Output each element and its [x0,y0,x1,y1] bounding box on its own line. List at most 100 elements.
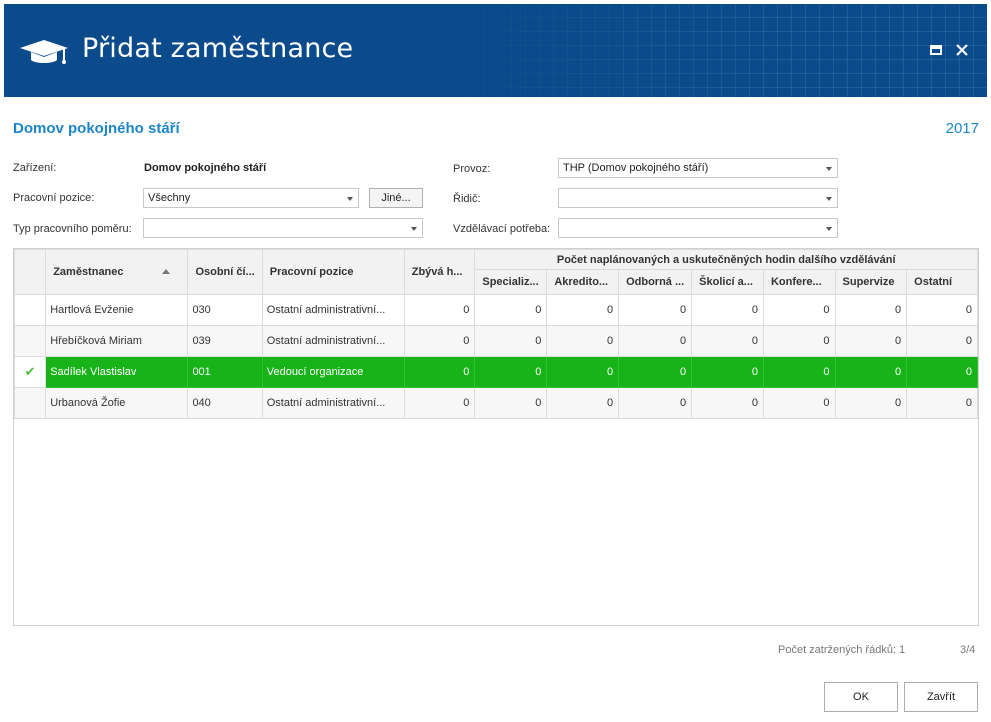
cell-name: Hartlová Evženie [45,294,189,326]
cell-specializ: 0 [474,294,548,326]
pozice-select-value: Všechny [148,192,191,204]
table-row-selected[interactable]: ✔ Sadílek Vlastislav 001 Vedoucí organiz… [14,356,978,388]
checkmark-icon[interactable]: ✔ [14,356,47,388]
cell-skolici: 0 [691,325,764,357]
column-header-akredito[interactable]: Akredito... [546,269,620,295]
cell-name: Hřebíčková Miriam [45,325,189,357]
ridic-label: Řidič: [453,193,481,205]
cell-akredito: 0 [546,356,620,388]
chevron-down-icon [826,167,832,171]
cell-supervize: 0 [834,356,908,388]
cell-konfere: 0 [762,356,836,388]
cell-odborna: 0 [618,294,693,326]
chevron-down-icon [347,197,353,201]
window-titlebar: Přidat zaměstnance [4,4,987,97]
page-title: Domov pokojného stáří [13,120,180,137]
pozice-select[interactable]: Všechny [143,188,359,208]
cell-odborna: 0 [618,387,693,419]
graduation-cap-icon [20,40,68,64]
cell-id: 030 [187,294,263,326]
close-button[interactable]: Zavřít [904,682,978,712]
cell-ostatni: 0 [906,387,978,419]
column-group-header: Počet naplánovaných a uskutečněných hodi… [474,249,978,270]
close-icon[interactable] [954,42,970,58]
cell-position: Ostatní administrativní... [261,387,405,419]
row-checkbox[interactable] [14,294,47,326]
typ-select[interactable] [143,218,423,238]
employee-table: Zaměstnanec Osobní čí... Pracovní pozice… [14,249,978,419]
table-row[interactable]: Hartlová Evženie 030 Ostatní administrat… [14,294,978,326]
cell-position: Vedoucí organizace [261,356,405,388]
cell-position: Ostatní administrativní... [261,294,405,326]
ok-button[interactable]: OK [824,682,898,712]
cell-id: 039 [187,325,263,357]
cell-supervize: 0 [834,387,908,419]
column-header-zbyva[interactable]: Zbývá h... [403,249,476,295]
column-header-skolici[interactable]: Školicí a... [691,269,764,295]
cell-specializ: 0 [474,325,548,357]
cell-akredito: 0 [546,294,620,326]
cell-zbyva: 0 [403,325,476,357]
zarizeni-value: Domov pokojného stáří [144,162,267,174]
provoz-select[interactable]: THP (Domov pokojného stáří) [558,158,838,178]
table-row[interactable]: Urbanová Žofie 040 Ostatní administrativ… [14,387,978,419]
cell-specializ: 0 [474,387,548,419]
column-header-osobni[interactable]: Osobní čí... [187,249,263,295]
vzdelavaci-label: Vzdělávací potřeba: [453,223,551,235]
cell-konfere: 0 [762,294,836,326]
cell-specializ: 0 [474,356,548,388]
cell-akredito: 0 [546,325,620,357]
cell-position: Ostatní administrativní... [261,325,405,357]
year-label: 2017 [945,120,979,137]
column-header-supervize[interactable]: Supervize [834,269,908,295]
cell-zbyva: 0 [403,294,476,326]
window-title: Přidat zaměstnance [82,33,354,64]
column-header-label: Zaměstnanec [53,266,124,278]
provoz-select-value: THP (Domov pokojného stáří) [563,162,709,174]
zarizeni-label: Zařízení: [13,162,57,174]
cell-supervize: 0 [834,325,908,357]
sort-ascending-icon [161,269,170,274]
chevron-down-icon [826,227,832,231]
cell-odborna: 0 [618,325,693,357]
employee-grid[interactable]: Zaměstnanec Osobní čí... Pracovní pozice… [13,248,979,626]
column-header-konfere[interactable]: Konfere... [762,269,836,295]
cell-name: Urbanová Žofie [45,387,189,419]
cell-ostatni: 0 [906,294,978,326]
table-row[interactable]: Hřebíčková Miriam 039 Ostatní administra… [14,325,978,357]
cell-akredito: 0 [546,387,620,419]
check-column-header[interactable] [14,249,47,295]
vzdelavaci-select[interactable] [558,218,838,238]
cell-name: Sadílek Vlastislav [45,356,189,388]
cell-ostatni: 0 [906,356,978,388]
cell-konfere: 0 [762,325,836,357]
pozice-label: Pracovní pozice: [13,192,95,204]
cell-id: 001 [187,356,263,388]
ridic-select[interactable] [558,188,838,208]
cell-skolici: 0 [691,387,764,419]
cell-odborna: 0 [618,356,693,388]
cell-supervize: 0 [834,294,908,326]
column-header-ostatni[interactable]: Ostatní [906,269,978,295]
cell-zbyva: 0 [403,387,476,419]
column-header-zamestnanec[interactable]: Zaměstnanec [45,249,189,295]
typ-label: Typ pracovního poměru: [13,223,132,235]
checked-rows-count: Počet zatržených řádků: 1 [778,644,906,656]
jine-button[interactable]: Jiné... [369,188,423,208]
column-header-odborna[interactable]: Odborná ... [618,269,693,295]
row-position: 3/4 [960,644,976,656]
column-header-pozice[interactable]: Pracovní pozice [261,249,405,295]
row-checkbox[interactable] [14,387,47,419]
row-checkbox[interactable] [14,325,47,357]
chevron-down-icon [411,227,417,231]
chevron-down-icon [826,197,832,201]
cell-zbyva: 0 [403,356,476,388]
column-header-specializ[interactable]: Specializ... [474,269,548,295]
provoz-label: Provoz: [453,163,491,175]
maximize-icon[interactable] [928,42,944,58]
titlebar-pattern [427,4,987,97]
cell-skolici: 0 [691,356,764,388]
cell-konfere: 0 [762,387,836,419]
cell-skolici: 0 [691,294,764,326]
cell-ostatni: 0 [906,325,978,357]
